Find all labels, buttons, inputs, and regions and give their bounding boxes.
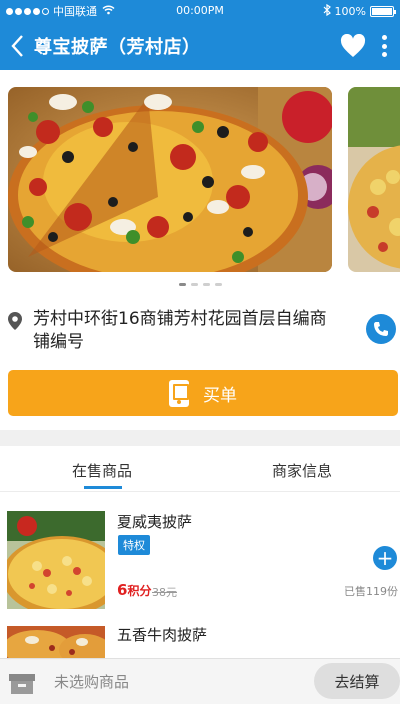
checkout-button[interactable]: 去结算 bbox=[314, 663, 400, 699]
pager-dot bbox=[202, 283, 210, 286]
tab-products-on-sale[interactable]: 在售商品 bbox=[0, 446, 204, 491]
original-price: 38元 bbox=[152, 586, 177, 599]
pay-bill-button[interactable]: 买单 bbox=[8, 370, 398, 416]
back-icon bbox=[11, 35, 23, 57]
sold-count: 已售119份 bbox=[344, 585, 398, 598]
privilege-badge: 特权 bbox=[118, 535, 150, 555]
product-item[interactable]: 五香牛肉披萨 bbox=[0, 620, 400, 660]
nav-header: 尊宝披萨（芳村店） bbox=[0, 22, 400, 70]
battery-percent: 100% bbox=[334, 4, 366, 18]
pager-dot bbox=[214, 283, 222, 286]
add-to-cart-button[interactable]: + bbox=[373, 546, 397, 570]
favorite-button[interactable] bbox=[340, 33, 366, 58]
product-item[interactable]: 夏威夷披萨 特权 + 6积分 38元 已售119份 bbox=[0, 508, 400, 614]
status-bar: 中国联通 00:00PM 100% bbox=[0, 0, 400, 22]
section-divider bbox=[0, 430, 400, 446]
back-button[interactable] bbox=[0, 22, 34, 70]
cart-empty-text: 未选购商品 bbox=[54, 673, 130, 691]
heart-icon bbox=[340, 33, 366, 57]
price-value: 6 bbox=[117, 581, 128, 599]
pay-bill-icon bbox=[169, 379, 189, 407]
bluetooth-icon bbox=[323, 3, 331, 19]
plus-icon: + bbox=[376, 546, 394, 570]
signal-dots-icon bbox=[6, 7, 49, 15]
page-title: 尊宝披萨（芳村店） bbox=[34, 37, 201, 58]
banner-pager bbox=[0, 283, 400, 286]
pay-bill-label: 买单 bbox=[203, 385, 237, 406]
call-button[interactable] bbox=[366, 314, 396, 344]
banner-carousel[interactable] bbox=[0, 70, 400, 300]
battery-icon bbox=[370, 5, 396, 17]
wifi-icon bbox=[102, 5, 115, 18]
tab-bar: 在售商品 商家信息 bbox=[0, 446, 400, 492]
pager-dot bbox=[190, 283, 198, 286]
price-unit: 积分 bbox=[127, 584, 152, 598]
pager-dot bbox=[178, 283, 186, 286]
location-pin-icon bbox=[8, 312, 22, 330]
store-address-row: 芳村中环街16商铺芳村花园首层自编商铺编号 bbox=[0, 300, 400, 362]
shopping-cart-icon[interactable] bbox=[8, 668, 36, 696]
carrier-label: 中国联通 bbox=[53, 5, 97, 18]
app-screen: 中国联通 00:00PM 100% 尊宝披萨（芳村店） 芳村中环街16商铺芳村花… bbox=[0, 0, 400, 704]
product-price: 6积分 bbox=[117, 581, 151, 599]
tab-merchant-info[interactable]: 商家信息 bbox=[204, 446, 400, 491]
more-icon bbox=[381, 35, 387, 40]
cart-bar: 未选购商品 去结算 bbox=[0, 658, 400, 704]
pizza-photo-next[interactable] bbox=[348, 87, 400, 272]
phone-icon bbox=[374, 322, 388, 336]
store-address: 芳村中环街16商铺芳村花园首层自编商铺编号 bbox=[33, 309, 327, 352]
pizza-photo-main[interactable] bbox=[8, 87, 332, 272]
product-name: 夏威夷披萨 bbox=[117, 513, 193, 531]
product-name: 五香牛肉披萨 bbox=[117, 626, 208, 644]
product-thumbnail bbox=[7, 511, 105, 609]
product-thumbnail bbox=[7, 626, 105, 660]
more-button[interactable] bbox=[372, 32, 396, 60]
